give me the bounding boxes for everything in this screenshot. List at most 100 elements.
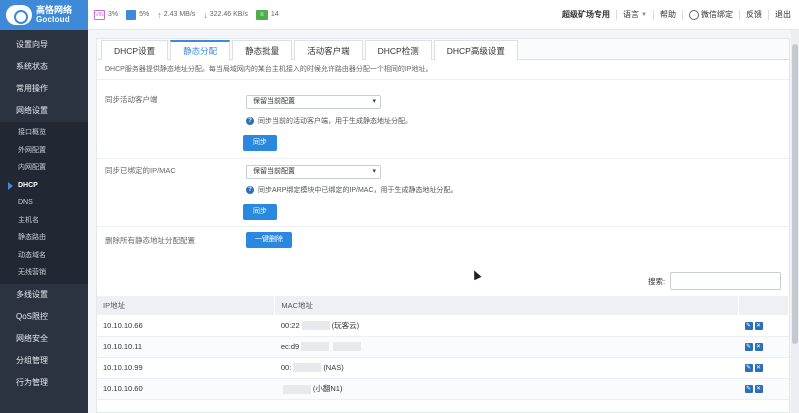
- sidebar-subitem-wireless-marketing[interactable]: 无线营销: [0, 264, 88, 282]
- mac-prefix: 00:: [280, 362, 292, 372]
- memory-stat: 5%: [126, 9, 150, 20]
- feedback-link[interactable]: 反馈: [740, 9, 769, 20]
- cpu-stat: VIN 3%: [94, 9, 119, 20]
- sidebar-item-network-settings[interactable]: 网络设置: [0, 100, 88, 122]
- brand-logo[interactable]: 高恪网络 Gocloud: [0, 0, 88, 30]
- tab-bar: DHCP设置 静态分配 静态批量 活动客户端 DHCP检测 DHCP高级设置: [97, 39, 789, 61]
- sidebar-item-common-ops[interactable]: 常用操作: [0, 78, 88, 100]
- question-icon: ?: [246, 186, 254, 194]
- mac-prefix: 00:22: [280, 320, 300, 330]
- sidebar-submenu-network: 接口概览 外网配置 内网配置 DHCP DNS 主机名 静态路由 动态域名 无线…: [0, 122, 88, 284]
- upload-stat: ↑ 2.43 MB/s: [157, 10, 195, 20]
- sync-active-label: 同步活动客户端: [105, 95, 158, 104]
- static-allocation-table: IP地址 MAC地址 10.10.10.66 00:22 (玩客云) ✎ ✕ 10.…: [97, 296, 789, 400]
- help-link[interactable]: 帮助: [654, 9, 683, 20]
- sidebar-subitem-dhcp[interactable]: DHCP: [0, 177, 88, 195]
- tab-dhcp-settings[interactable]: DHCP设置: [101, 40, 169, 60]
- table-row: 10.10.10.60 (小翻N1) ✎ ✕: [97, 378, 789, 400]
- memory-value: 5%: [139, 11, 150, 18]
- delete-icon[interactable]: ✕: [754, 343, 763, 351]
- page-scrollbar[interactable]: [791, 30, 799, 413]
- cell-mac: ec:d9: [274, 336, 739, 358]
- search-label: 搜索:: [648, 277, 666, 286]
- cell-actions: ✎ ✕: [738, 336, 789, 358]
- sidebar-item-system-status[interactable]: 系统状态: [0, 56, 88, 78]
- column-header-ip[interactable]: IP地址: [97, 296, 276, 315]
- mac-suffix: (玩客云): [331, 320, 360, 330]
- logout-link[interactable]: 退出: [769, 10, 799, 20]
- sidebar-subitem-ddns[interactable]: 动态域名: [0, 247, 88, 265]
- sidebar-item-group-management[interactable]: 分组管理: [0, 350, 88, 372]
- language-dropdown[interactable]: 语言 ▼: [617, 9, 654, 20]
- cell-actions: ✎ ✕: [738, 378, 789, 400]
- cell-ip: 10.10.10.60: [97, 378, 275, 400]
- cell-actions: ✎ ✕: [738, 357, 789, 379]
- tab-dhcp-detect[interactable]: DHCP检测: [364, 40, 432, 60]
- top-bar: VIN 3% 5% ↑ 2.43 MB/s ↓ 322.46 KB/s ≡ 14…: [88, 0, 799, 30]
- sidebar-subitem-static-route[interactable]: 静态路由: [0, 229, 88, 247]
- tab-static-allocation[interactable]: 静态分配: [170, 40, 231, 61]
- sidebar-subitem-interface-overview[interactable]: 接口概览: [0, 124, 88, 142]
- cell-mac: 00:22 (玩客云): [274, 315, 739, 337]
- mac-suffix: (小翻N1): [312, 384, 343, 393]
- search-row: 搜索:: [97, 266, 789, 296]
- gocloud-logo-icon: [6, 5, 32, 25]
- table-row: 10.10.10.11 ec:d9 ✎ ✕: [97, 336, 789, 358]
- table-row: 10.10.10.66 00:22 (玩客云) ✎ ✕: [97, 315, 789, 337]
- sidebar-subitem-dns[interactable]: DNS: [0, 194, 88, 212]
- page-description: DHCP服务器提供静态地址分配。每当局域网内的某台主机接入的时候允许路由器分配一…: [97, 60, 789, 80]
- scrollbar-thumb[interactable]: [792, 44, 798, 344]
- edit-icon[interactable]: ✎: [744, 321, 753, 330]
- download-stat: ↓ 322.46 KB/s: [203, 10, 248, 20]
- sync-bound-select[interactable]: 保留当前配置: [246, 165, 381, 179]
- redacted-block: [282, 384, 311, 394]
- tab-static-batch[interactable]: 静态批量: [232, 40, 293, 60]
- cpu-icon: VIN: [94, 9, 105, 20]
- cell-mac: (小翻N1): [274, 378, 739, 400]
- sidebar-item-behavior-management[interactable]: 行为管理: [0, 372, 88, 394]
- devices-stat: ≡ 14: [255, 9, 279, 20]
- sidebar-subitem-lan-config[interactable]: 内网配置: [0, 159, 88, 177]
- wechat-bind-link[interactable]: 微信绑定: [683, 9, 740, 20]
- super-mining-link[interactable]: 超级矿场专用: [556, 9, 618, 20]
- delete-all-label: 删除所有静态地址分配配置: [105, 236, 195, 245]
- delete-icon[interactable]: ✕: [754, 364, 763, 372]
- wechat-bind-label: 微信绑定: [701, 9, 733, 19]
- chevron-down-icon: ▼: [641, 11, 647, 18]
- sync-bound-hint: ? 同步ARP绑定模块中已绑定的IP/MAC，用于生成静态地址分配。: [246, 185, 458, 195]
- cell-actions: ✎ ✕: [738, 315, 789, 337]
- sync-active-button[interactable]: 同步: [243, 135, 277, 151]
- divider: [97, 158, 789, 159]
- column-header-actions: [738, 296, 789, 315]
- redacted-block: [293, 363, 322, 373]
- language-label: 语言: [623, 9, 640, 19]
- devices-icon: ≡: [255, 9, 268, 20]
- edit-icon[interactable]: ✎: [744, 385, 753, 393]
- tab-active-clients[interactable]: 活动客户端: [294, 40, 363, 60]
- sidebar-subitem-wan-config[interactable]: 外网配置: [0, 142, 88, 160]
- sidebar: 高恪网络 Gocloud 设置向导 系统状态 常用操作 网络设置 接口概览 外网…: [0, 0, 88, 413]
- edit-icon[interactable]: ✎: [744, 364, 753, 372]
- sync-active-select[interactable]: 保留当前配置: [246, 95, 381, 109]
- sidebar-item-multiwan[interactable]: 多线设置: [0, 284, 88, 306]
- sidebar-subitem-hostname[interactable]: 主机名: [0, 212, 88, 230]
- mac-prefix: ec:d9: [280, 341, 300, 351]
- cell-ip: 10.10.10.66: [97, 315, 275, 337]
- delete-all-button[interactable]: 一键删除: [246, 232, 292, 248]
- tab-dhcp-advanced[interactable]: DHCP高级设置: [433, 40, 518, 60]
- search-input[interactable]: [670, 272, 781, 290]
- edit-icon[interactable]: ✎: [744, 343, 753, 351]
- delete-icon[interactable]: ✕: [754, 321, 763, 330]
- mac-suffix: (NAS): [323, 362, 344, 372]
- sync-active-hint-text: 同步当前的活动客户端，用于生成静态地址分配。: [258, 118, 412, 125]
- redacted-block: [301, 321, 330, 331]
- column-header-mac[interactable]: MAC地址: [274, 296, 739, 315]
- sidebar-item-qos[interactable]: QoS限控: [0, 306, 88, 328]
- memory-icon: [126, 9, 137, 20]
- cpu-value: 3%: [108, 11, 119, 18]
- sync-bound-button[interactable]: 同步: [243, 204, 277, 220]
- sync-bound-label: 同步已绑定的IP/MAC: [105, 166, 176, 175]
- delete-icon[interactable]: ✕: [754, 385, 763, 393]
- sidebar-item-setup-wizard[interactable]: 设置向导: [0, 34, 88, 56]
- sidebar-item-network-security[interactable]: 网络安全: [0, 328, 88, 350]
